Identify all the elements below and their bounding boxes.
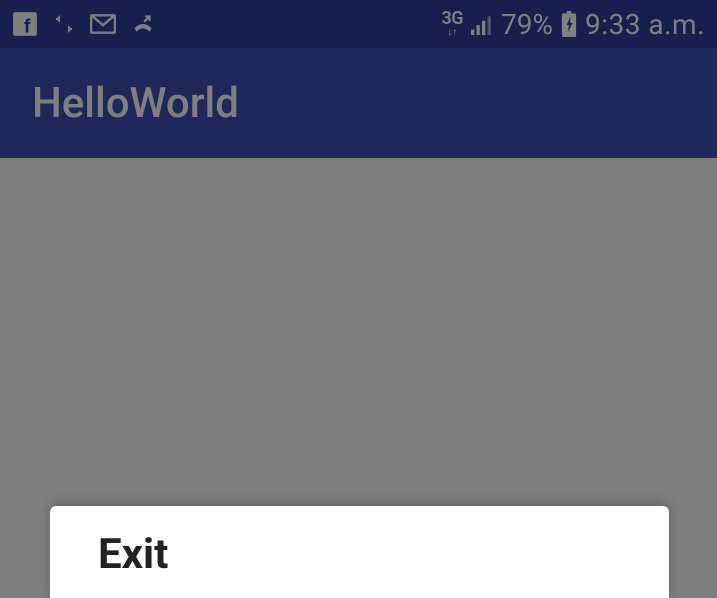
- cellular-signal-icon: [471, 13, 493, 35]
- battery-percentage: 79%: [501, 8, 553, 41]
- facebook-icon: f: [12, 11, 38, 37]
- missed-call-icon: [130, 13, 156, 35]
- battery-charging-icon: [561, 11, 577, 37]
- app-bar: HelloWorld: [0, 48, 717, 158]
- sync-icon: [52, 12, 76, 36]
- network-type-icon: 3G ↓↑: [441, 10, 463, 38]
- status-bar-left: f: [12, 11, 156, 37]
- android-status-bar: f 3G ↓↑ 79% 9:33 a.m.: [0, 0, 717, 48]
- dialog-title: Exit: [98, 530, 621, 579]
- status-clock: 9:33 a.m.: [585, 8, 705, 41]
- status-bar-right: 3G ↓↑ 79% 9:33 a.m.: [441, 8, 705, 41]
- network-type-label: 3G: [441, 10, 463, 28]
- exit-dialog: Exit: [50, 506, 669, 598]
- svg-text:f: f: [24, 16, 31, 37]
- gmail-icon: [90, 14, 116, 34]
- app-title: HelloWorld: [32, 79, 239, 128]
